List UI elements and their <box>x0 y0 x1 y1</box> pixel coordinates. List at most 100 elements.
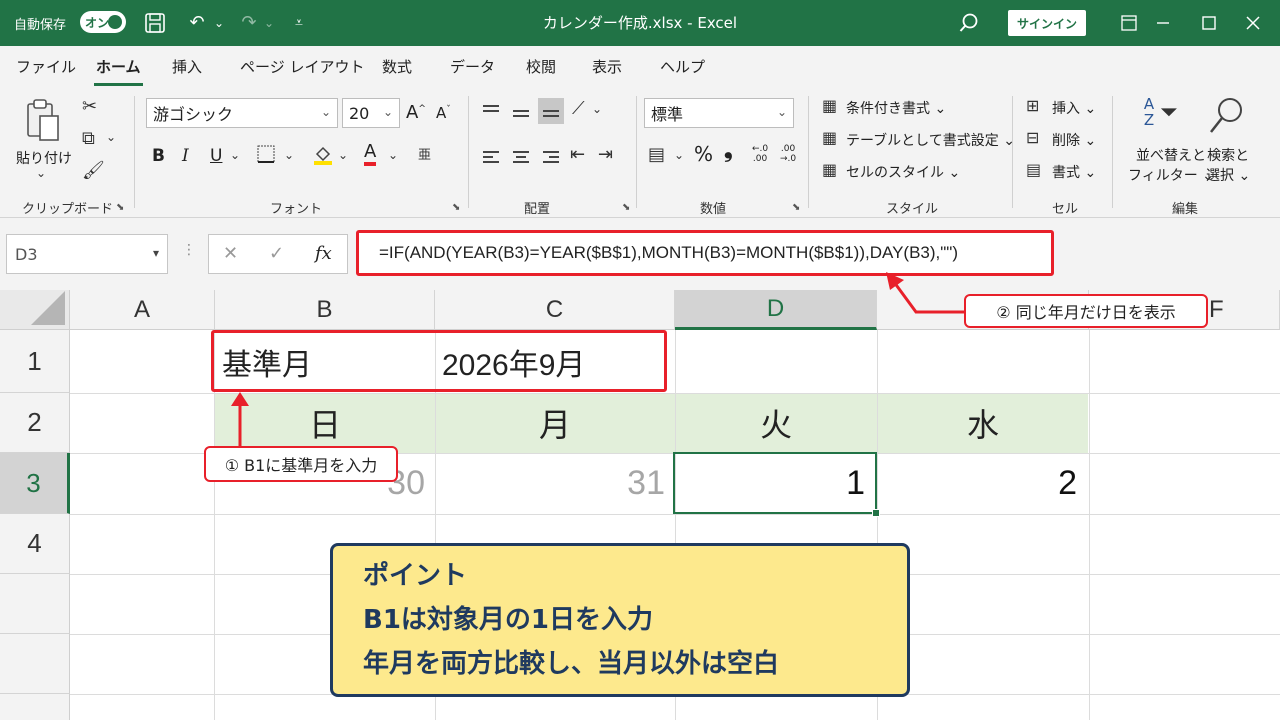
redo-icon[interactable]: ↷ <box>238 12 260 34</box>
autosave-state: オン <box>85 15 110 30</box>
format-cells-button[interactable]: 書式 ⌄ <box>1052 162 1096 182</box>
align-right-icon[interactable] <box>538 144 564 170</box>
align-top-icon[interactable] <box>478 98 504 124</box>
sort-filter-button[interactable]: 並べ替えと フィルター ⌄ <box>1128 146 1214 186</box>
fill-handle[interactable] <box>872 509 880 517</box>
cell-e2[interactable]: 水 <box>877 393 1089 453</box>
accounting-dropdown-icon[interactable]: ⌄ <box>674 148 684 162</box>
name-box[interactable]: D3 ▾ <box>6 234 168 274</box>
fill-color-dropdown-icon[interactable]: ⌄ <box>338 148 348 162</box>
orientation-icon[interactable]: ⟋ <box>572 98 585 119</box>
decrease-decimal-button[interactable]: .00 →.0 <box>780 144 796 164</box>
tab-formulas[interactable]: 数式 <box>382 56 412 77</box>
insert-cells-button[interactable]: 挿入 ⌄ <box>1052 98 1096 118</box>
align-bottom-icon[interactable] <box>538 98 564 124</box>
paste-icon[interactable] <box>22 98 62 142</box>
font-color-dropdown-icon[interactable]: ⌄ <box>388 148 398 162</box>
sort-filter-line1: 並べ替えと <box>1135 148 1206 164</box>
cell-c3[interactable]: 31 <box>435 453 665 514</box>
align-left-icon[interactable] <box>478 144 504 170</box>
minimize-icon[interactable] <box>1140 0 1186 46</box>
cut-icon[interactable]: ✂ <box>82 96 97 117</box>
indent-increase-icon[interactable]: ⇥ <box>598 144 613 165</box>
underline-button[interactable]: U <box>210 146 222 166</box>
tab-data[interactable]: データ <box>450 56 495 77</box>
shrink-font-button[interactable]: Aˇ <box>436 104 451 122</box>
close-icon[interactable] <box>1230 0 1276 46</box>
maximize-icon[interactable] <box>1186 0 1232 46</box>
font-launcher-icon[interactable]: ⬊ <box>452 202 460 213</box>
find-select-button[interactable]: 検索と 選択 ⌄ <box>1206 146 1250 186</box>
increase-decimal-button[interactable]: ←.0.00 <box>752 144 768 164</box>
row-header-7[interactable] <box>0 694 70 720</box>
percent-style-button[interactable]: % <box>694 142 713 166</box>
cell-d2[interactable]: 火 <box>675 393 877 453</box>
bold-button[interactable]: B <box>152 146 165 166</box>
comma-style-button[interactable]: ❟ <box>724 138 733 163</box>
paste-button[interactable]: 貼り付け <box>16 148 72 168</box>
cell-styles-button[interactable]: セルのスタイル ⌄ <box>846 162 960 182</box>
copy-dropdown-icon[interactable]: ⌄ <box>106 130 116 144</box>
customize-toolbar-icon[interactable]: ⩡ <box>288 12 310 34</box>
clipboard-launcher-icon[interactable]: ⬊ <box>116 202 124 213</box>
alignment-launcher-icon[interactable]: ⬊ <box>622 202 630 213</box>
column-header-d[interactable]: D <box>675 290 877 330</box>
row-header-5[interactable] <box>0 574 70 634</box>
row-header-2[interactable]: 2 <box>0 393 70 453</box>
row-header-3[interactable]: 3 <box>0 453 70 514</box>
row-header-1[interactable]: 1 <box>0 330 70 393</box>
fill-color-icon[interactable] <box>312 144 334 171</box>
row-header-4[interactable]: 4 <box>0 514 70 574</box>
paste-dropdown-icon[interactable]: ⌄ <box>36 166 46 180</box>
undo-dropdown-icon[interactable]: ⌄ <box>208 12 230 34</box>
tab-page-layout[interactable]: ページ レイアウト <box>240 56 364 77</box>
gridline <box>1089 330 1090 720</box>
number-format-select[interactable]: 標準 ⌄ <box>644 98 794 128</box>
redo-dropdown-icon[interactable]: ⌄ <box>258 12 280 34</box>
insert-function-button[interactable]: fx <box>315 243 332 264</box>
underline-dropdown-icon[interactable]: ⌄ <box>230 148 240 162</box>
grow-font-button[interactable]: A^ <box>406 102 426 123</box>
select-all-button[interactable] <box>0 290 70 330</box>
group-separator <box>808 96 809 208</box>
font-size-select[interactable]: 20 ⌄ <box>342 98 400 128</box>
column-header-b[interactable]: B <box>215 290 435 330</box>
column-header-c[interactable]: C <box>435 290 675 330</box>
font-name-select[interactable]: 游ゴシック ⌄ <box>146 98 338 128</box>
copy-icon[interactable]: ⧉ <box>82 128 95 149</box>
cell-c2[interactable]: 月 <box>435 393 675 453</box>
tab-view[interactable]: 表示 <box>592 56 622 77</box>
indent-decrease-icon[interactable]: ⇤ <box>570 144 585 165</box>
conditional-format-button[interactable]: 条件付き書式 ⌄ <box>846 98 946 118</box>
tab-review[interactable]: 校閲 <box>526 56 556 77</box>
tab-home[interactable]: ホーム <box>94 56 143 86</box>
tab-file[interactable]: ファイル <box>16 56 76 77</box>
save-icon[interactable] <box>144 12 166 34</box>
borders-icon[interactable] <box>256 144 276 169</box>
tab-help[interactable]: ヘルプ <box>660 56 705 77</box>
format-as-table-button[interactable]: テーブルとして書式設定 ⌄ <box>846 130 1015 150</box>
format-painter-icon[interactable]: 🖌 <box>82 160 105 181</box>
italic-button[interactable]: I <box>182 146 189 166</box>
number-group-label: 数値 <box>700 202 727 217</box>
signin-button[interactable]: サインイン <box>1008 10 1086 36</box>
font-color-icon[interactable]: A <box>364 142 377 166</box>
autosave-toggle[interactable]: オン <box>80 11 126 33</box>
enter-icon[interactable]: ✓ <box>269 243 284 264</box>
column-header-a[interactable]: A <box>70 290 215 330</box>
align-middle-icon[interactable] <box>508 98 534 124</box>
tab-insert[interactable]: 挿入 <box>172 56 202 77</box>
orientation-dropdown-icon[interactable]: ⌄ <box>592 102 602 116</box>
cell-e3[interactable]: 2 <box>877 453 1077 514</box>
align-center-icon[interactable] <box>508 144 534 170</box>
accounting-format-icon[interactable]: ▤ <box>648 144 665 165</box>
row-header-6[interactable] <box>0 634 70 694</box>
cancel-icon[interactable]: ✕ <box>223 243 238 264</box>
undo-icon[interactable]: ↶ <box>186 12 208 34</box>
funnel-icon: ⏷ <box>1160 100 1178 125</box>
delete-cells-button[interactable]: 削除 ⌄ <box>1052 130 1096 150</box>
number-launcher-icon[interactable]: ⬊ <box>792 202 800 213</box>
search-icon[interactable] <box>958 12 980 34</box>
phonetic-icon[interactable]: 亜 <box>418 144 431 163</box>
borders-dropdown-icon[interactable]: ⌄ <box>284 148 294 162</box>
